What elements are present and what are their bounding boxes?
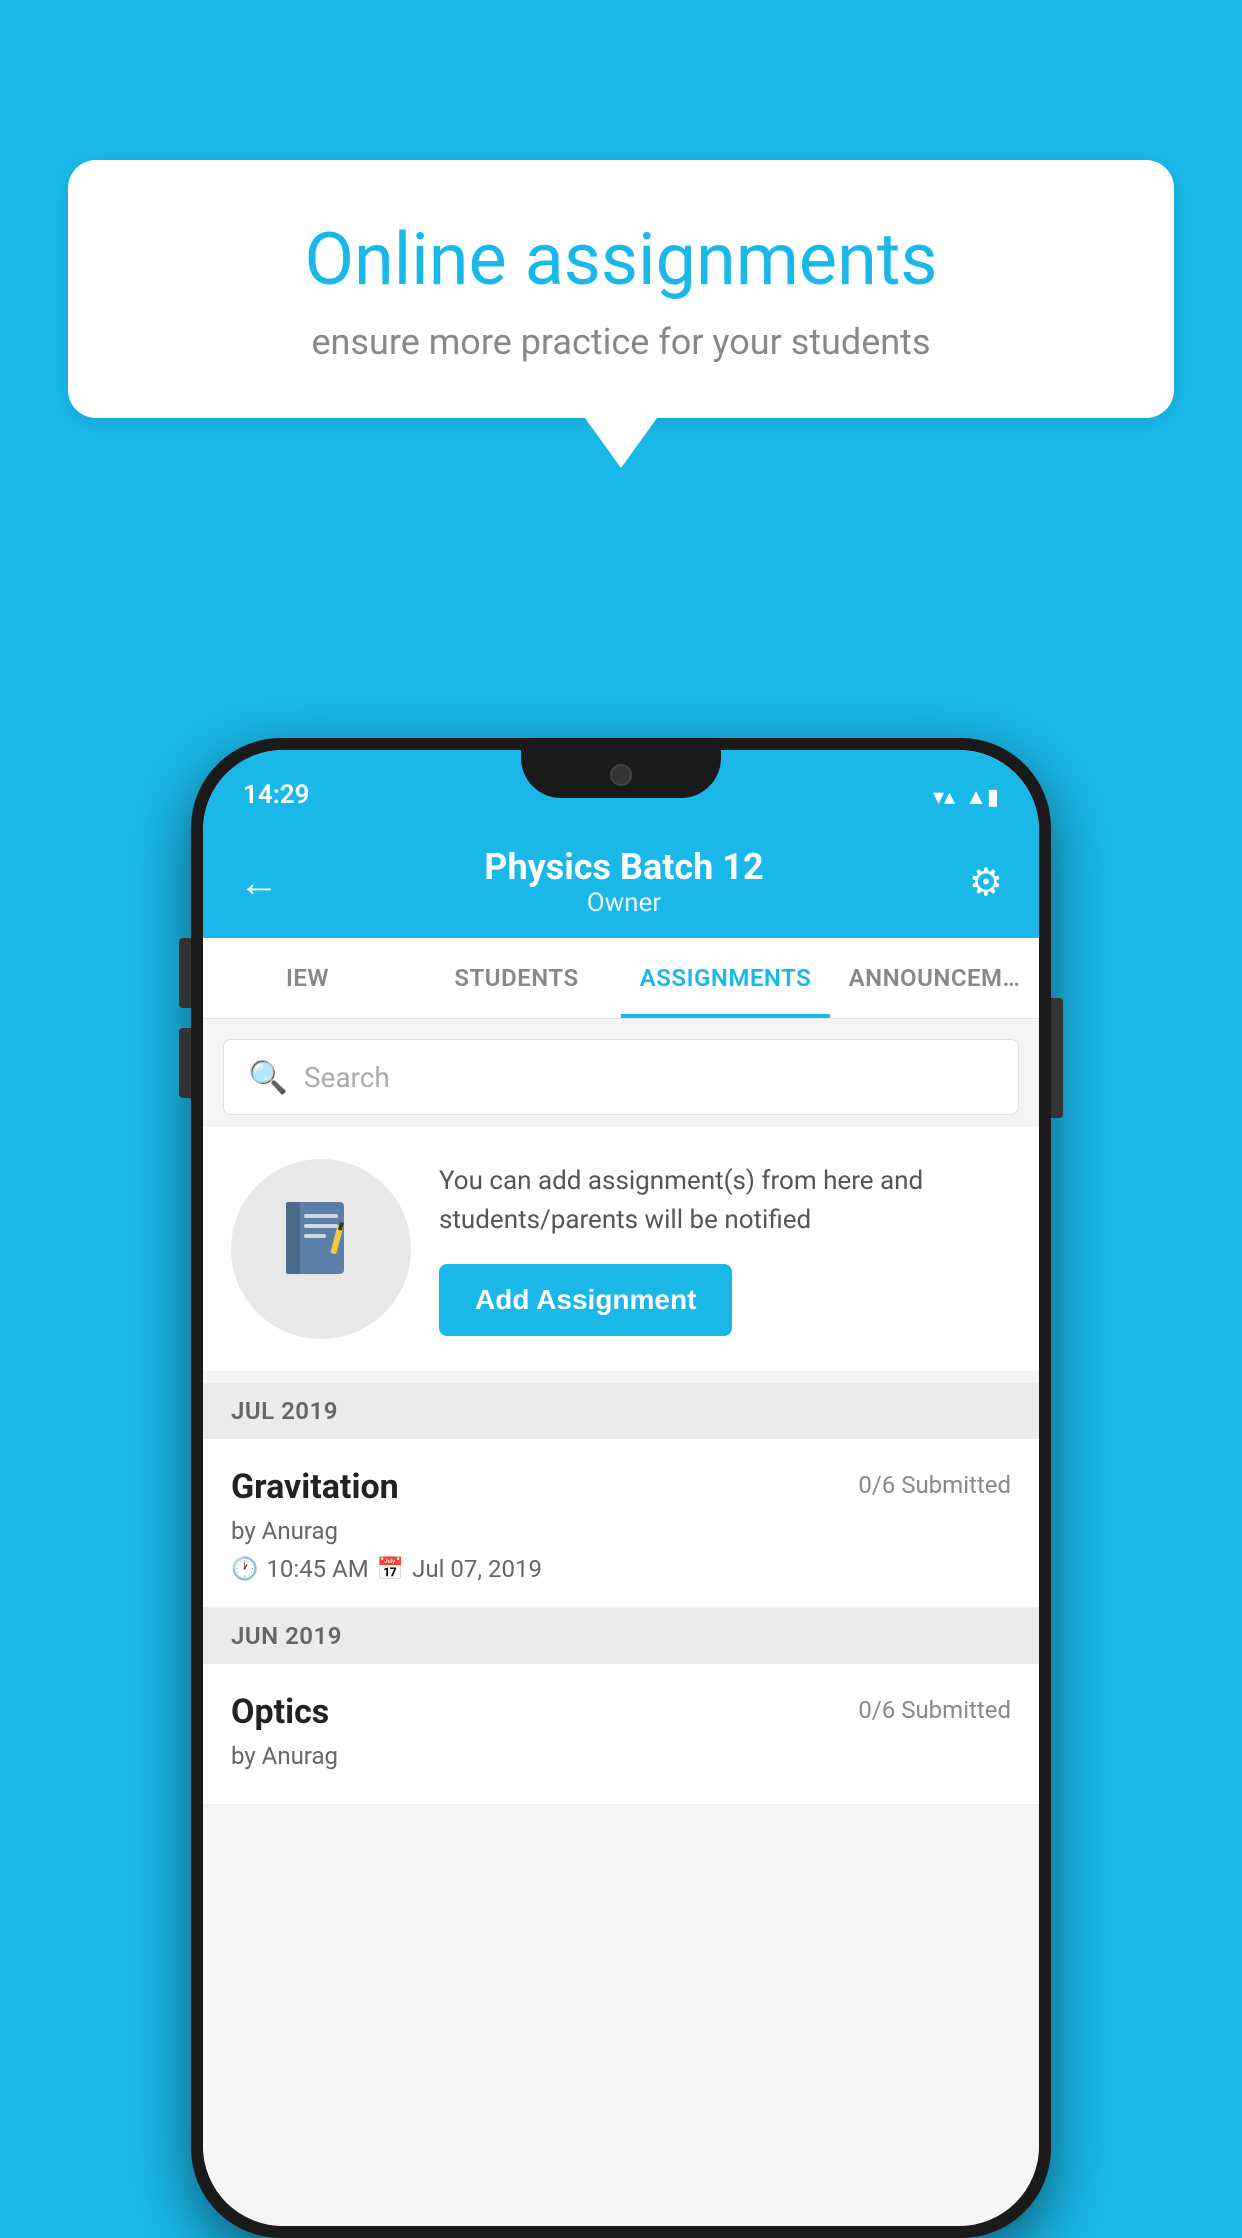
assignment-time: 10:45 AM: [266, 1555, 368, 1583]
section-header-jun2019: JUN 2019: [203, 1608, 1039, 1664]
add-assignment-button[interactable]: Add Assignment: [439, 1264, 732, 1336]
promo-description: You can add assignment(s) from here and …: [439, 1162, 1011, 1240]
clock-icon: 🕐: [231, 1557, 258, 1582]
app-bar-title: Physics Batch 12: [484, 846, 763, 888]
assignment-meta: 🕐 10:45 AM 📅 Jul 07, 2019: [231, 1555, 1011, 1583]
back-button[interactable]: ←: [239, 859, 279, 906]
search-icon: 🔍: [248, 1058, 288, 1096]
assignment-name: Gravitation: [231, 1467, 399, 1507]
assignment-author-optics: by Anurag: [231, 1742, 1011, 1770]
app-bar: ← Physics Batch 12 Owner ⚙: [203, 822, 1039, 938]
phone-frame: 14:29 ▾▴ ▲▮ ← Physics Batch 12 Owner ⚙ I…: [191, 738, 1051, 2238]
power-button: [1051, 998, 1063, 1118]
front-camera: [610, 764, 632, 786]
promo-text-area: You can add assignment(s) from here and …: [439, 1162, 1011, 1336]
status-icons: ▾▴ ▲▮: [933, 784, 999, 810]
screen-content: ← Physics Batch 12 Owner ⚙ IEW STUDENTS …: [203, 822, 1039, 2226]
tab-students[interactable]: STUDENTS: [412, 938, 621, 1018]
volume-down-button: [179, 1028, 191, 1098]
calendar-icon: 📅: [377, 1557, 404, 1582]
tab-announcements[interactable]: ANNOUNCEM…: [830, 938, 1039, 1018]
volume-up-button: [179, 938, 191, 1008]
speech-bubble: Online assignments ensure more practice …: [68, 160, 1174, 418]
tabs-bar: IEW STUDENTS ASSIGNMENTS ANNOUNCEM…: [203, 938, 1039, 1019]
status-time: 14:29: [243, 780, 310, 810]
assignment-item-top: Gravitation 0/6 Submitted: [231, 1467, 1011, 1507]
section-header-jul2019: JUL 2019: [203, 1383, 1039, 1439]
tab-assignments[interactable]: ASSIGNMENTS: [621, 938, 830, 1018]
assignment-item-optics[interactable]: Optics 0/6 Submitted by Anurag: [203, 1664, 1039, 1805]
assignment-date: Jul 07, 2019: [412, 1555, 542, 1583]
assignment-submitted-optics: 0/6 Submitted: [858, 1696, 1011, 1724]
wifi-icon: ▾▴: [933, 785, 955, 810]
assignment-submitted: 0/6 Submitted: [858, 1471, 1011, 1499]
search-input[interactable]: Search: [304, 1061, 390, 1094]
speech-bubble-pointer: [585, 418, 657, 468]
assignment-author: by Anurag: [231, 1517, 1011, 1545]
search-bar[interactable]: 🔍 Search: [223, 1039, 1019, 1115]
signal-icon: ▲▮: [965, 784, 999, 810]
promo-icon-circle: [231, 1159, 411, 1339]
promo-card: You can add assignment(s) from here and …: [203, 1127, 1039, 1371]
settings-button[interactable]: ⚙: [969, 860, 1003, 905]
assignment-item-top-optics: Optics 0/6 Submitted: [231, 1692, 1011, 1732]
phone-notch: [521, 750, 721, 798]
assignment-name-optics: Optics: [231, 1692, 329, 1732]
speech-bubble-title: Online assignments: [128, 220, 1114, 299]
app-bar-subtitle: Owner: [484, 888, 763, 918]
content-area: 🔍 Search: [203, 1019, 1039, 2226]
phone-screen: 14:29 ▾▴ ▲▮ ← Physics Batch 12 Owner ⚙ I…: [203, 750, 1039, 2226]
tab-iew[interactable]: IEW: [203, 938, 412, 1018]
speech-bubble-subtitle: ensure more practice for your students: [128, 321, 1114, 363]
notebook-icon: [276, 1194, 366, 1304]
app-bar-title-group: Physics Batch 12 Owner: [484, 846, 763, 918]
assignment-item-gravitation[interactable]: Gravitation 0/6 Submitted by Anurag 🕐 10…: [203, 1439, 1039, 1608]
speech-bubble-container: Online assignments ensure more practice …: [68, 160, 1174, 468]
